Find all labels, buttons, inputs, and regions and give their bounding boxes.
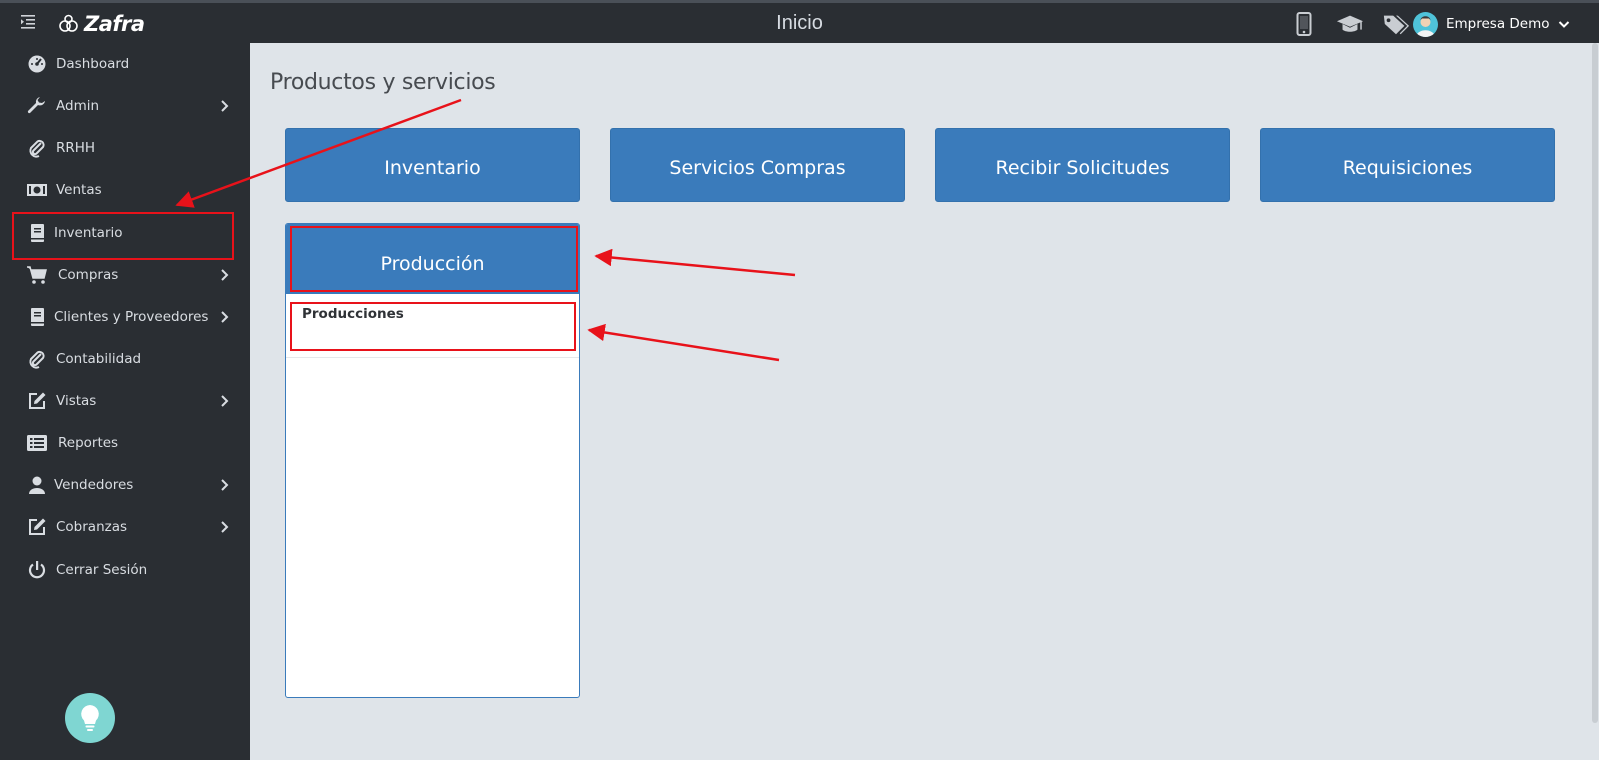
chevron-right-icon	[221, 521, 229, 533]
tile-requisiciones[interactable]: Requisiciones	[1260, 128, 1555, 202]
brand-logo[interactable]: Zafra	[58, 9, 145, 39]
brand-name: Zafra	[84, 12, 145, 36]
sidebar-item-ventas[interactable]: Ventas	[0, 170, 250, 210]
sidebar-item-rrhh[interactable]: RRHH	[0, 128, 250, 168]
annotation-box-sidebar-inventario	[12, 212, 234, 260]
sidebar-item-dashboard[interactable]: Dashboard	[0, 44, 250, 84]
mobile-icon[interactable]	[1290, 11, 1318, 37]
scrollbar-thumb[interactable]	[1592, 43, 1598, 723]
tile-recibir-solicitudes[interactable]: Recibir Solicitudes	[935, 128, 1230, 202]
cart-icon	[26, 265, 48, 285]
tags-icon[interactable]	[1382, 11, 1410, 37]
sidebar-item-label: Cobranzas	[56, 519, 128, 535]
avatar	[1413, 11, 1438, 37]
top-bar: Zafra Inicio Empresa Demo	[0, 3, 1599, 43]
chevron-down-icon	[1558, 21, 1569, 28]
money-icon	[26, 180, 48, 200]
sidebar-item-label: Admin	[56, 98, 100, 114]
sidebar-item-label: Compras	[58, 267, 119, 283]
chevron-right-icon	[221, 479, 229, 491]
user-name: Empresa Demo	[1446, 16, 1550, 32]
sidebar-item-compras[interactable]: Compras	[0, 255, 250, 295]
sidebar-item-label: Contabilidad	[56, 351, 142, 367]
user-menu[interactable]: Empresa Demo	[1413, 11, 1570, 37]
chevron-right-icon	[221, 395, 229, 407]
chevron-right-icon	[221, 100, 229, 112]
chevron-right-icon	[221, 269, 229, 281]
menu-toggle-icon[interactable]	[20, 13, 36, 29]
paperclip-icon	[26, 138, 48, 158]
paperclip-icon	[26, 349, 48, 369]
power-icon	[26, 560, 48, 580]
list-icon	[26, 433, 48, 453]
sidebar-item-label: Ventas	[56, 182, 102, 198]
sidebar-item-label: Clientes y Proveedores	[54, 309, 209, 325]
chevron-right-icon	[221, 311, 229, 323]
produccion-panel: Producción Producciones	[285, 223, 580, 698]
lightbulb-icon[interactable]	[65, 693, 115, 743]
sidebar-item-vendedores[interactable]: Vendedores	[0, 465, 250, 505]
sidebar-item-label: Vistas	[56, 393, 97, 409]
annotation-box-produccion-header	[290, 226, 578, 292]
sidebar-item-cerrar-sesion[interactable]: Cerrar Sesión	[0, 550, 250, 590]
dashboard-icon	[26, 54, 48, 74]
top-icon-group	[1290, 11, 1410, 37]
edit-icon	[26, 391, 48, 411]
edit-icon	[26, 517, 48, 537]
sidebar-item-label: Reportes	[58, 435, 119, 451]
user-icon	[26, 475, 48, 495]
zafra-logo-icon	[59, 14, 78, 32]
sidebar-item-label: RRHH	[56, 140, 96, 156]
annotation-box-producciones	[290, 302, 576, 351]
sidebar-item-label: Cerrar Sesión	[56, 562, 148, 578]
sidebar-item-admin[interactable]: Admin	[0, 86, 250, 126]
tile-inventario[interactable]: Inventario	[285, 128, 580, 202]
sidebar-item-reportes[interactable]: Reportes	[0, 423, 250, 463]
book-icon	[26, 307, 48, 327]
sidebar-item-label: Dashboard	[56, 56, 130, 72]
sidebar-item-clientes-proveedores[interactable]: Clientes y Proveedores	[0, 297, 250, 337]
sidebar-item-cobranzas[interactable]: Cobranzas	[0, 507, 250, 547]
page-title: Productos y servicios	[270, 70, 496, 95]
sidebar-item-label: Vendedores	[54, 477, 134, 493]
sidebar-item-contabilidad[interactable]: Contabilidad	[0, 339, 250, 379]
graduation-cap-icon[interactable]	[1336, 11, 1364, 37]
wrench-icon	[26, 96, 48, 116]
sidebar-item-vistas[interactable]: Vistas	[0, 381, 250, 421]
tile-servicios-compras[interactable]: Servicios Compras	[610, 128, 905, 202]
